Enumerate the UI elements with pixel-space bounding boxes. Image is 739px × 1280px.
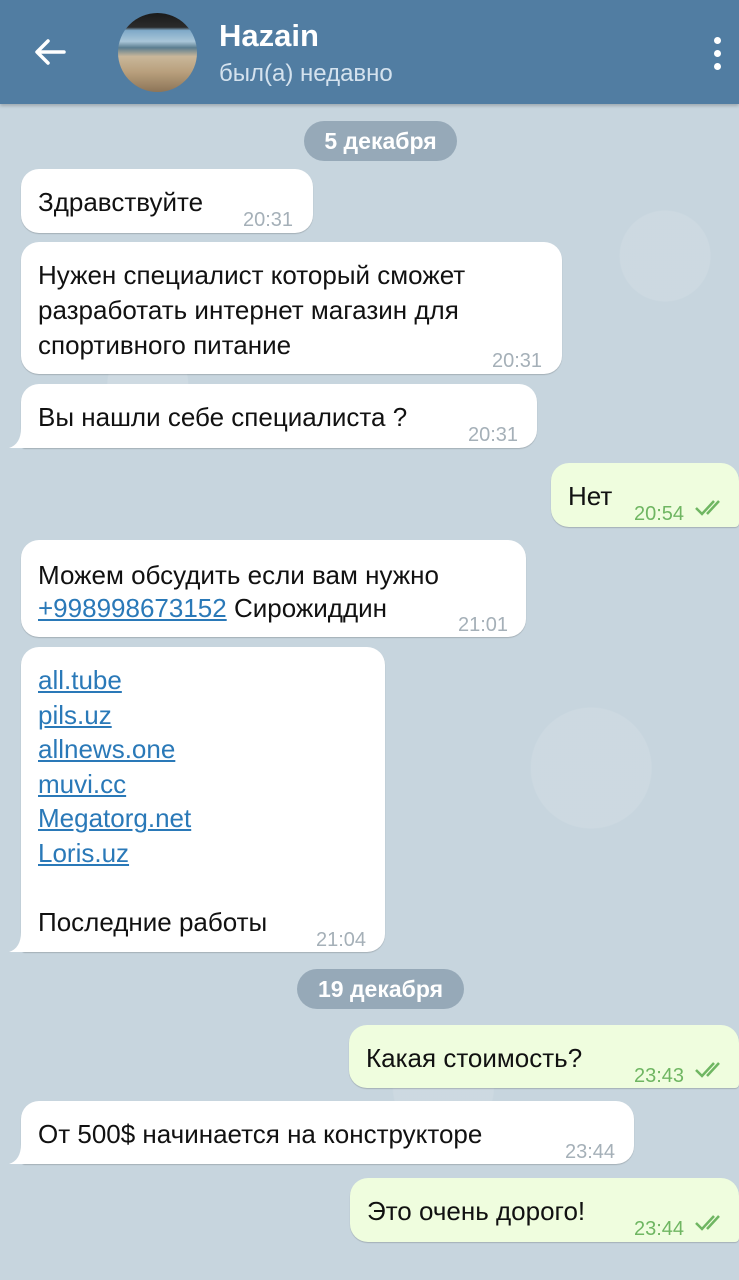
incoming-message[interactable]: Можем обсудить если вам нужно +998998673… xyxy=(21,540,526,637)
message-text-line: спортивного питание xyxy=(38,330,292,360)
link: pils.uz xyxy=(38,698,112,733)
message-time: 20:54 xyxy=(634,503,685,525)
date-separator: 5 декабря xyxy=(304,121,457,161)
url-link[interactable]: Loris.uz xyxy=(38,838,129,868)
double-check-icon xyxy=(695,500,720,516)
message-text: Здравствуйте xyxy=(38,187,204,217)
url-link[interactable]: pils.uz xyxy=(38,700,112,730)
incoming-message[interactable]: Вы нашли себе специалиста ? 20:31 xyxy=(21,384,537,448)
double-check-icon xyxy=(695,1062,720,1078)
incoming-message[interactable]: all.tube pils.uz allnews.one muvi.cc Meg… xyxy=(21,647,385,952)
message-text: Какая стоимость? xyxy=(366,1043,583,1073)
message-time: 23:44 xyxy=(565,1141,616,1163)
link: muvi.cc xyxy=(38,767,126,802)
contact-name-text: Сирожиддин xyxy=(233,593,388,623)
contact-name[interactable]: Hazain xyxy=(219,18,319,54)
contact-status: был(а) недавно xyxy=(219,60,393,87)
url-link[interactable]: muvi.cc xyxy=(38,769,126,799)
date-separator: 19 декабря xyxy=(297,969,464,1009)
more-menu-button[interactable] xyxy=(700,30,734,76)
url-link[interactable]: allnews.one xyxy=(38,734,175,764)
message-text: Вы нашли себе специалиста ? xyxy=(38,402,408,432)
url-link[interactable]: all.tube xyxy=(38,665,122,695)
link: allnews.one xyxy=(38,732,175,767)
incoming-message[interactable]: Здравствуйте 20:31 xyxy=(21,169,313,233)
message-text-line: +998998673152 Сирожиддин xyxy=(38,591,387,626)
link: all.tube xyxy=(38,663,122,698)
outgoing-message[interactable]: Это очень дорого! 23:44 xyxy=(350,1178,739,1242)
back-button[interactable] xyxy=(22,26,78,78)
message-time: 20:31 xyxy=(468,424,519,446)
arrow-left-icon xyxy=(35,39,66,65)
phone-link[interactable]: +998998673152 xyxy=(38,593,227,623)
message-time: 23:43 xyxy=(634,1065,685,1087)
message-text: От 500$ начинается на конструкторе xyxy=(38,1119,483,1149)
contact-avatar[interactable] xyxy=(118,13,197,92)
message-time: 20:31 xyxy=(492,350,543,372)
message-text: Нет xyxy=(568,481,613,511)
chat-header: Hazain был(а) недавно xyxy=(0,0,739,104)
outgoing-message[interactable]: Какая стоимость? 23:43 xyxy=(349,1025,739,1088)
incoming-message[interactable]: От 500$ начинается на конструкторе 23:44 xyxy=(21,1101,634,1164)
message-time: 20:31 xyxy=(243,209,294,231)
message-text: Последние работы xyxy=(38,907,268,937)
link: Megatorg.net xyxy=(38,801,191,836)
message-text-line: разработать интернет магазин для xyxy=(38,295,459,325)
bubble-tail xyxy=(9,1144,29,1164)
message-text-line: Нужен специалист который сможет xyxy=(38,260,466,290)
message-time: 21:04 xyxy=(316,929,367,951)
message-time: 23:44 xyxy=(634,1218,685,1240)
message-time: 21:01 xyxy=(458,614,509,636)
bubble-tail xyxy=(9,428,29,448)
link: Loris.uz xyxy=(38,836,129,871)
incoming-message[interactable]: Нужен специалист который сможет разработ… xyxy=(21,242,562,374)
url-link[interactable]: Megatorg.net xyxy=(38,803,191,833)
message-text: Можем обсудить если вам нужно xyxy=(38,560,439,590)
more-vertical-icon xyxy=(713,36,721,44)
double-check-icon xyxy=(695,1215,720,1231)
outgoing-message[interactable]: Нет 20:54 xyxy=(551,463,739,527)
bubble-tail xyxy=(9,932,29,952)
message-text: Это очень дорого! xyxy=(367,1196,586,1226)
